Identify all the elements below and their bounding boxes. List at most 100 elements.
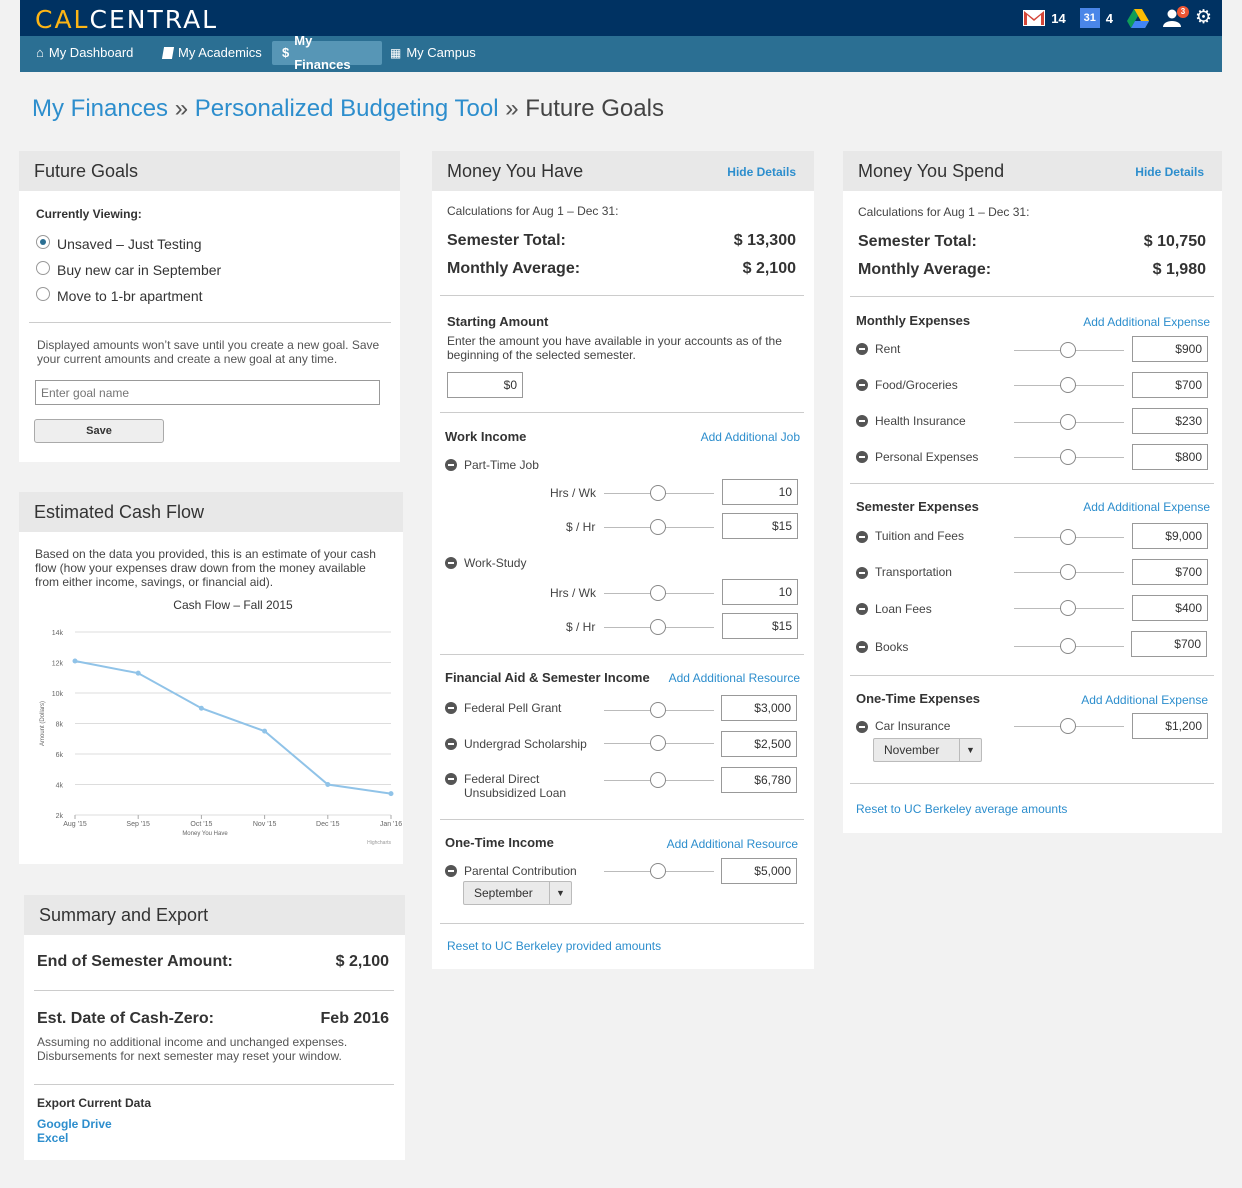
slider-handle[interactable] <box>1060 600 1076 616</box>
remove-transportation-icon[interactable] <box>856 567 868 579</box>
slider-handle[interactable] <box>650 702 666 718</box>
remove-pell-icon[interactable] <box>445 702 457 714</box>
calendar-button[interactable]: 31 4 <box>1079 8 1113 28</box>
pell-input[interactable] <box>721 695 797 721</box>
car-insurance-input[interactable] <box>1132 713 1208 739</box>
save-goal-button[interactable]: Save <box>34 419 164 443</box>
calcentral-logo[interactable]: CALCENTRAL <box>35 5 218 34</box>
slider-handle[interactable] <box>650 519 666 535</box>
nav-my-finances[interactable]: $ My Finances <box>272 33 382 72</box>
transportation-input[interactable] <box>1132 559 1208 585</box>
scholarship-slider[interactable] <box>604 735 714 751</box>
remove-work-study-icon[interactable] <box>445 557 457 569</box>
parental-slider[interactable] <box>604 863 714 879</box>
drive-button[interactable] <box>1126 8 1149 28</box>
mail-button[interactable]: 14 <box>1023 10 1066 26</box>
remove-health-icon[interactable] <box>856 415 868 427</box>
rent-input[interactable] <box>1132 336 1208 362</box>
remove-loan-fees-icon[interactable] <box>856 603 868 615</box>
spend-hide-details-link[interactable]: Hide Details <box>1135 165 1204 179</box>
part-time-rate-slider[interactable] <box>604 519 714 535</box>
remove-loan-icon[interactable] <box>445 773 457 785</box>
starting-amount-input[interactable] <box>447 372 523 398</box>
car-insurance-slider[interactable] <box>1014 718 1124 734</box>
slider-handle[interactable] <box>1060 377 1076 393</box>
goal-radio-new-car[interactable] <box>36 261 50 275</box>
work-study-rate-input[interactable] <box>722 613 798 639</box>
x-tick-label: Dec '15 <box>316 821 340 828</box>
slider-handle[interactable] <box>650 863 666 879</box>
books-slider[interactable] <box>1014 638 1124 654</box>
slider-handle[interactable] <box>650 772 666 788</box>
breadcrumb-my-finances[interactable]: My Finances <box>32 95 168 122</box>
health-slider[interactable] <box>1014 414 1124 430</box>
nav-my-academics[interactable]: My Academics <box>153 41 272 65</box>
slider-handle[interactable] <box>1060 414 1076 430</box>
goal-radio-apartment[interactable] <box>36 287 50 301</box>
add-monthly-expense-link[interactable]: Add Additional Expense <box>1083 315 1210 329</box>
slider-handle[interactable] <box>1060 718 1076 734</box>
add-semester-expense-link[interactable]: Add Additional Expense <box>1083 500 1210 514</box>
slider-handle[interactable] <box>650 735 666 751</box>
slider-handle[interactable] <box>1060 342 1076 358</box>
reset-provided-amounts-link[interactable]: Reset to UC Berkeley provided amounts <box>447 939 661 953</box>
loan-fees-input[interactable] <box>1132 595 1208 621</box>
part-time-rate-input[interactable] <box>722 513 798 539</box>
tuition-slider[interactable] <box>1014 529 1124 545</box>
car-insurance-month-select[interactable]: November ▼ <box>873 738 982 762</box>
slider-handle[interactable] <box>1060 564 1076 580</box>
rent-slider[interactable] <box>1014 342 1124 358</box>
reset-average-amounts-link[interactable]: Reset to UC Berkeley average amounts <box>856 802 1067 816</box>
work-study-hours-slider[interactable] <box>604 585 714 601</box>
remove-tuition-icon[interactable] <box>856 531 868 543</box>
loan-fees-slider[interactable] <box>1014 600 1124 616</box>
food-input[interactable] <box>1132 372 1208 398</box>
remove-rent-icon[interactable] <box>856 343 868 355</box>
nav-my-dashboard[interactable]: ⌂ My Dashboard <box>26 41 143 65</box>
slider-handle[interactable] <box>1060 449 1076 465</box>
slider-handle[interactable] <box>1060 529 1076 545</box>
settings-button[interactable]: ⚙ <box>1195 8 1212 27</box>
scholarship-input[interactable] <box>721 731 797 757</box>
slider-handle[interactable] <box>650 619 666 635</box>
slider-handle[interactable] <box>1060 638 1076 654</box>
part-time-hours-slider[interactable] <box>604 485 714 501</box>
loan-slider[interactable] <box>604 772 714 788</box>
parental-month-select[interactable]: September ▼ <box>463 881 572 905</box>
add-resource-link[interactable]: Add Additional Resource <box>669 671 800 685</box>
remove-scholarship-icon[interactable] <box>445 738 457 750</box>
add-one-time-expense-link[interactable]: Add Additional Expense <box>1081 693 1208 707</box>
food-slider[interactable] <box>1014 377 1124 393</box>
goal-radio-unsaved[interactable] <box>36 235 50 249</box>
pell-slider[interactable] <box>604 702 714 718</box>
slider-handle[interactable] <box>650 485 666 501</box>
work-study-rate-slider[interactable] <box>604 619 714 635</box>
tuition-input[interactable] <box>1132 523 1208 549</box>
transportation-slider[interactable] <box>1014 564 1124 580</box>
remove-parental-icon[interactable] <box>445 865 457 877</box>
personal-input[interactable] <box>1132 444 1208 470</box>
have-calc-period: Calculations for Aug 1 – Dec 31: <box>447 204 619 218</box>
personal-slider[interactable] <box>1014 449 1124 465</box>
export-excel-link[interactable]: Excel <box>37 1131 68 1145</box>
slider-handle[interactable] <box>650 585 666 601</box>
nav-my-campus[interactable]: ▦ My Campus <box>380 41 486 65</box>
breadcrumb-budgeting-tool[interactable]: Personalized Budgeting Tool <box>195 95 499 122</box>
add-one-time-resource-link[interactable]: Add Additional Resource <box>667 837 798 851</box>
health-input[interactable] <box>1132 408 1208 434</box>
export-google-drive-link[interactable]: Google Drive <box>37 1117 112 1131</box>
have-hide-details-link[interactable]: Hide Details <box>727 165 796 179</box>
remove-personal-icon[interactable] <box>856 451 868 463</box>
remove-books-icon[interactable] <box>856 641 868 653</box>
profile-button[interactable]: 3 <box>1162 6 1189 27</box>
parental-input[interactable] <box>721 858 797 884</box>
goal-name-input[interactable] <box>35 380 380 405</box>
remove-food-icon[interactable] <box>856 379 868 391</box>
part-time-hours-input[interactable] <box>722 479 798 505</box>
add-job-link[interactable]: Add Additional Job <box>701 430 800 444</box>
books-input[interactable] <box>1131 631 1207 657</box>
remove-part-time-icon[interactable] <box>445 459 457 471</box>
remove-car-insurance-icon[interactable] <box>856 721 868 733</box>
loan-input[interactable] <box>721 767 797 793</box>
work-study-hours-input[interactable] <box>722 579 798 605</box>
